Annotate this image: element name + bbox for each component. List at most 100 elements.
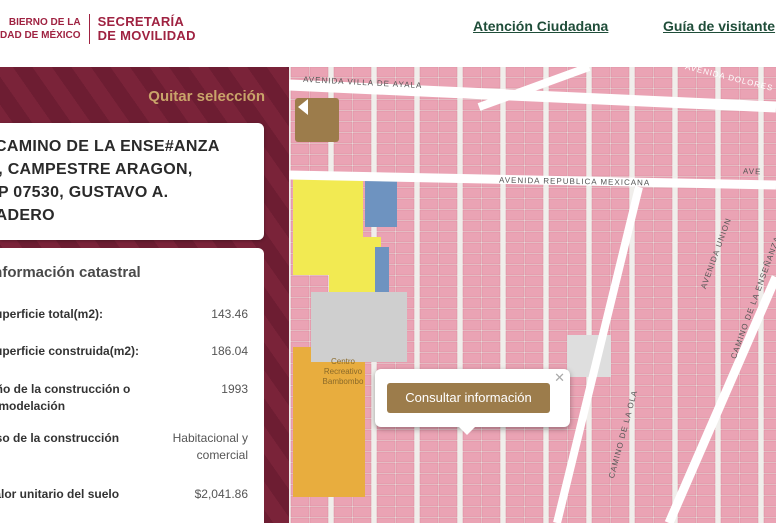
parcel-lot[interactable] [591,484,611,496]
parcel-lot[interactable] [591,132,611,144]
parcel-lot[interactable] [395,187,415,199]
parcel-lot[interactable] [696,110,716,122]
parcel-lot[interactable] [610,352,630,364]
parcel-lot[interactable] [524,352,544,364]
parcel-lot[interactable] [548,154,568,166]
parcel-lot[interactable] [653,264,673,276]
parcel-lot[interactable] [395,264,415,276]
parcel-lot[interactable] [696,352,716,364]
parcel-lot[interactable] [419,462,439,474]
parcel-lot[interactable] [653,231,673,243]
parcel-lot[interactable] [567,297,587,309]
parcel-lot[interactable] [438,319,458,331]
parcel-lot[interactable] [352,121,372,133]
parcel-lot[interactable] [481,154,501,166]
parcel-lot[interactable] [462,341,482,353]
parcel-lot[interactable] [634,297,654,309]
parcel-lot[interactable] [505,165,525,177]
parcel-lot[interactable] [376,154,396,166]
parcel-lot[interactable] [290,495,310,507]
parcel-lot[interactable] [419,495,439,507]
parcel-lot[interactable] [696,187,716,199]
parcel-lot[interactable] [653,242,673,254]
parcel-lot[interactable] [610,67,630,78]
parcel-lot[interactable] [438,308,458,320]
parcel-lot[interactable] [653,154,673,166]
parcel-lot[interactable] [395,462,415,474]
parcel-lot[interactable] [634,67,654,78]
parcel-lot[interactable] [548,286,568,298]
parcel-lot[interactable] [677,429,697,441]
parcel-lot[interactable] [696,220,716,232]
parcel-lot[interactable] [634,253,654,265]
parcel-lot[interactable] [309,143,329,155]
parcel-lot[interactable] [376,517,396,523]
parcel-lot[interactable] [505,484,525,496]
parcel-lot[interactable] [610,143,630,155]
parcel-lot[interactable] [634,275,654,287]
parcel-lot[interactable] [763,396,776,408]
parcel-lot[interactable] [763,341,776,353]
parcel-lot[interactable] [438,220,458,232]
parcel-lot[interactable] [591,187,611,199]
parcel-lot[interactable] [395,231,415,243]
parcel-lot[interactable] [481,462,501,474]
parcel-lot[interactable] [739,517,759,523]
parcel-lot[interactable] [763,67,776,78]
parcel-lot[interactable] [290,330,310,342]
parcel-lot[interactable] [634,506,654,518]
parcel-lot[interactable] [395,67,415,78]
parcel-lot[interactable] [653,297,673,309]
parcel-lot[interactable] [677,154,697,166]
parcel-lot[interactable] [677,385,697,397]
parcel-lot[interactable] [591,253,611,265]
parcel-lot[interactable] [524,121,544,133]
parcel-lot[interactable] [677,165,697,177]
parcel-lot[interactable] [462,220,482,232]
parcel-lot[interactable] [634,517,654,523]
parcel-lot[interactable] [524,67,544,78]
parcel-lot[interactable] [634,77,654,89]
parcel-lot[interactable] [763,506,776,518]
parcel-lot[interactable] [462,352,482,364]
parcel-lot[interactable] [419,319,439,331]
parcel-lot[interactable] [419,451,439,463]
parcel-lot[interactable] [696,330,716,342]
parcel-lot[interactable] [462,462,482,474]
parcel-lot[interactable] [610,165,630,177]
parcel-lot[interactable] [696,231,716,243]
parcel-lot[interactable] [505,275,525,287]
parcel-lot[interactable] [610,154,630,166]
parcel-lot[interactable] [567,286,587,298]
parcel-lot[interactable] [395,473,415,485]
parcel-lot[interactable] [696,363,716,375]
parcel-lot[interactable] [610,308,630,320]
parcel-lot[interactable] [290,308,310,320]
parcel-lot[interactable] [567,121,587,133]
parcel-lot[interactable] [739,242,759,254]
parcel-lot[interactable] [677,110,697,122]
parcel-lot[interactable] [462,187,482,199]
parcel-lot[interactable] [610,209,630,221]
parcel-lot[interactable] [653,374,673,386]
parcel-lot[interactable] [376,495,396,507]
parcel-lot[interactable] [739,132,759,144]
parcel-lot[interactable] [481,67,501,78]
parcel-lot[interactable] [548,330,568,342]
parcel-lot[interactable] [438,495,458,507]
parcel-lot[interactable] [677,418,697,430]
parcel-lot[interactable] [677,341,697,353]
parcel-lot[interactable] [352,110,372,122]
parcel-lot[interactable] [462,308,482,320]
parcel-lot[interactable] [505,99,525,111]
parcel-lot[interactable] [634,308,654,320]
parcel-lot[interactable] [481,242,501,254]
parcel-lot[interactable] [677,253,697,265]
parcel-lot[interactable] [524,242,544,254]
parcel-lot[interactable] [333,495,353,507]
nav-atencion-ciudadana[interactable]: Atención Ciudadana [473,18,608,34]
parcel-lot[interactable] [419,506,439,518]
parcel-lot[interactable] [548,242,568,254]
parcel-lot[interactable] [739,451,759,463]
parcel-lot[interactable] [548,308,568,320]
